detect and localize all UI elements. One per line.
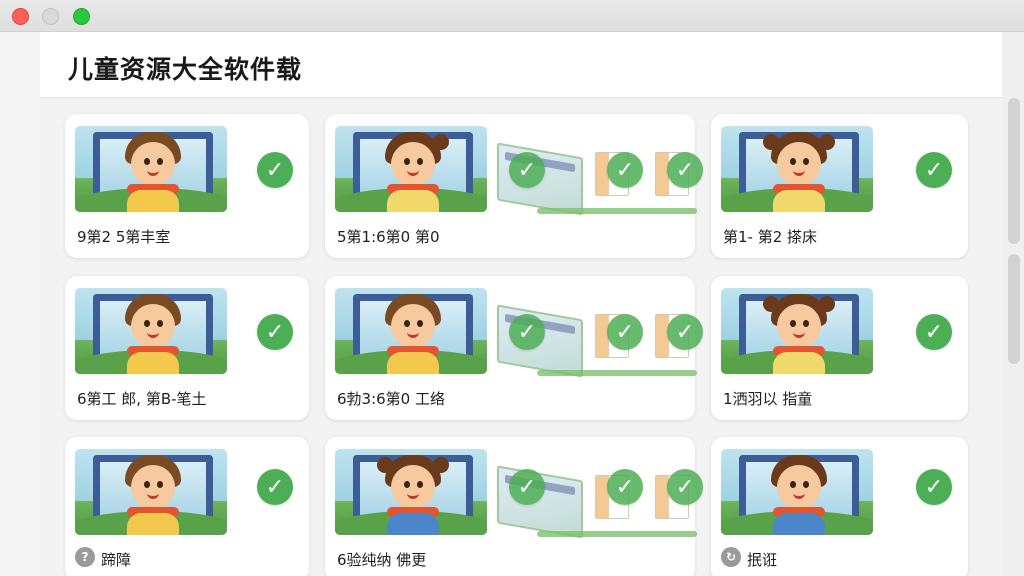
check-icon[interactable]: ✓: [916, 314, 952, 350]
check-icon[interactable]: ✓: [257, 314, 293, 350]
card-label: 蹄障: [101, 551, 132, 569]
title-bar: [0, 0, 1024, 32]
vertical-scrollbar[interactable]: [1002, 32, 1024, 576]
resource-card-wide[interactable]: ✓ ✓ ✓ 5第1:6第0 第0: [325, 114, 703, 258]
card-thumbnail: [75, 288, 227, 374]
zoom-window-button[interactable]: [73, 8, 90, 25]
app-window: 儿童资源大全软件载 ✓ 9第2 5第丰室 ✓ ✓ ✓ 5第1:6第0 第0 ✓ …: [0, 0, 1024, 576]
card-label: 1洒羽以 指童: [723, 390, 813, 408]
resource-card[interactable]: ✓ ↻ 抿诳: [711, 437, 968, 576]
card-thumbnail: [721, 288, 873, 374]
resource-card[interactable]: ✓ ? 蹄障: [65, 437, 309, 576]
scrollbar-thumb[interactable]: [1008, 204, 1020, 244]
check-icon[interactable]: ✓: [667, 152, 703, 188]
check-icon[interactable]: ✓: [916, 469, 952, 505]
resource-card[interactable]: ✓ 第1- 第2 搽床: [711, 114, 968, 258]
check-icon[interactable]: ✓: [607, 469, 643, 505]
minimize-window-button[interactable]: [42, 8, 59, 25]
card-label: 6第工 郎, 第B-笔土: [77, 390, 207, 408]
help-icon: ?: [75, 547, 95, 567]
card-thumbnail: [335, 126, 487, 212]
card-label: 第1- 第2 搽床: [723, 228, 818, 246]
card-thumbnail: [335, 288, 487, 374]
check-icon[interactable]: ✓: [509, 152, 545, 188]
card-thumbnail: [721, 126, 873, 212]
card-thumbnail: [721, 449, 873, 535]
resource-card-wide[interactable]: ✓ ✓ ✓ 6验纯纳 佛更: [325, 437, 703, 576]
resource-card[interactable]: ✓ 6第工 郎, 第B-笔土: [65, 276, 309, 420]
page-title: 儿童资源大全软件载: [68, 55, 303, 84]
check-icon[interactable]: ✓: [667, 469, 703, 505]
page-header: 儿童资源大全软件载: [40, 32, 1002, 98]
card-label: 抿诳: [747, 551, 778, 569]
check-icon[interactable]: ✓: [509, 469, 545, 505]
resource-card[interactable]: ✓ 9第2 5第丰室: [65, 114, 309, 258]
card-label: 6勃3:6第0 工络: [337, 390, 445, 408]
check-icon[interactable]: ✓: [607, 152, 643, 188]
card-label: 9第2 5第丰室: [77, 228, 171, 246]
card-thumbnail: [75, 126, 227, 212]
close-window-button[interactable]: [12, 8, 29, 25]
left-margin: [0, 32, 40, 576]
card-label: 5第1:6第0 第0: [337, 228, 440, 246]
check-icon[interactable]: ✓: [916, 152, 952, 188]
check-icon[interactable]: ✓: [509, 314, 545, 350]
card-label: 6验纯纳 佛更: [337, 551, 427, 569]
main-content: 儿童资源大全软件载 ✓ 9第2 5第丰室 ✓ ✓ ✓ 5第1:6第0 第0 ✓ …: [40, 32, 1002, 576]
check-icon[interactable]: ✓: [257, 469, 293, 505]
refresh-icon: ↻: [721, 547, 741, 567]
check-icon[interactable]: ✓: [257, 152, 293, 188]
card-thumbnail: [75, 449, 227, 535]
scrollbar-thumb[interactable]: [1008, 254, 1020, 364]
resource-card-wide[interactable]: ✓ ✓ ✓ 6勃3:6第0 工络: [325, 276, 703, 420]
resource-card[interactable]: ✓ 1洒羽以 指童: [711, 276, 968, 420]
check-icon[interactable]: ✓: [607, 314, 643, 350]
card-thumbnail: [335, 449, 487, 535]
scrollbar-thumb[interactable]: [1008, 98, 1020, 218]
check-icon[interactable]: ✓: [667, 314, 703, 350]
